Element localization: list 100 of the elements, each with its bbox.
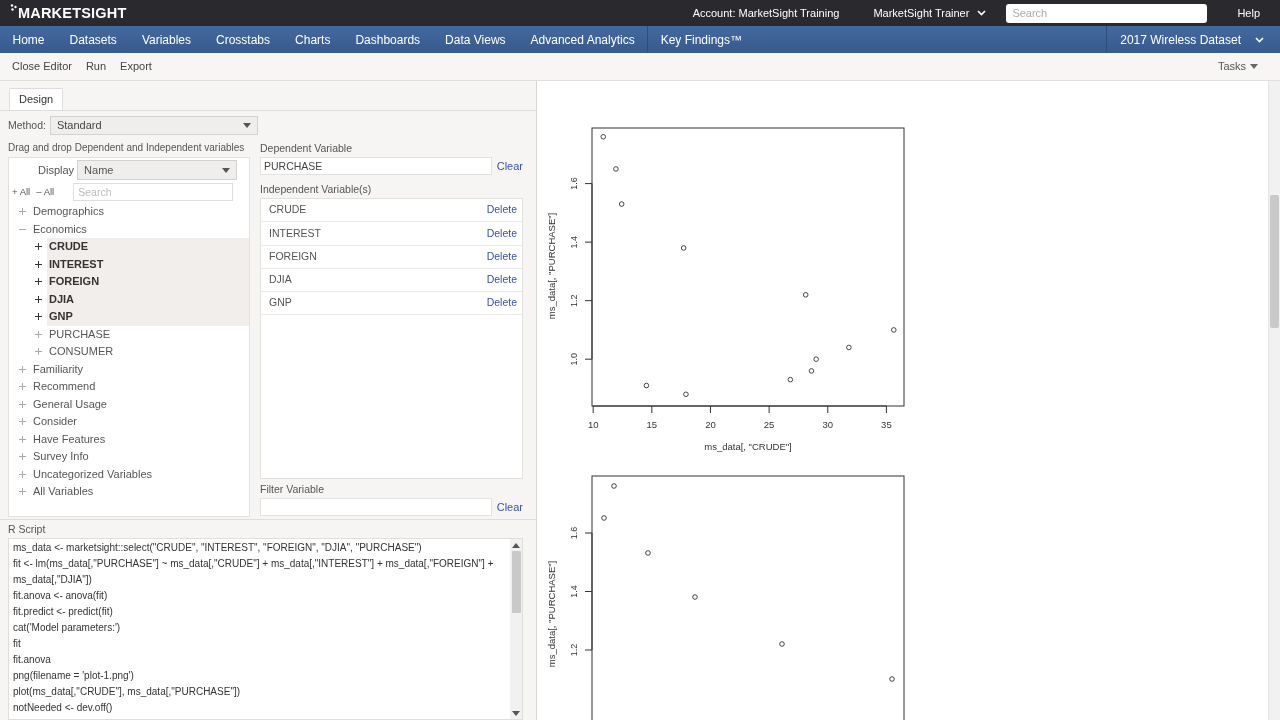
delete-link[interactable]: Delete (486, 202, 517, 218)
delete-link[interactable]: Delete (486, 295, 517, 312)
dependent-label: Dependent Variable (260, 141, 354, 155)
nav-tab[interactable]: Datasets (57, 26, 130, 53)
variable-name: DJIA (269, 272, 292, 288)
tick-label: 1.0 (569, 352, 579, 366)
display-label: Display (38, 162, 75, 178)
dependent-field[interactable]: PURCHASE (260, 157, 492, 175)
r-script-label: R Script (8, 522, 47, 536)
caret-icon (242, 123, 251, 128)
delete-link[interactable]: Delete (486, 225, 517, 242)
filter-label: Filter Variable (260, 482, 325, 496)
caret-icon (1250, 64, 1258, 69)
scrollbar[interactable] (510, 539, 522, 719)
account-label: Account: MarketSight Training (692, 5, 840, 21)
expand-icon[interactable] (35, 313, 42, 321)
tick-label: 1.4 (569, 235, 579, 249)
y-axis-label: ms_data[, "PURCHASE"] (546, 212, 557, 320)
expand-all-link[interactable]: + All (12, 184, 31, 200)
tick-label: 1.2 (569, 643, 579, 657)
script-line: fit.anova <- anova(fit) (13, 589, 109, 603)
chevron-down-icon (977, 10, 987, 16)
instructions-text: Drag and drop Dependent and Independent variables (8, 141, 246, 155)
tick-label: 1.4 (569, 585, 579, 598)
method-label: Method: (8, 117, 46, 133)
tick-label: 1.6 (569, 526, 579, 540)
tick-label: 35 (881, 419, 892, 430)
tree-item[interactable]: Demographics (31, 203, 106, 221)
x-axis-label: ms_data[, "CRUDE"] (704, 441, 792, 452)
tree-item[interactable]: FOREIGN (47, 273, 249, 291)
expand-icon[interactable] (35, 295, 42, 303)
clear-link[interactable]: Clear (496, 498, 523, 516)
nav-tab[interactable]: Charts (282, 26, 343, 53)
tree-item[interactable]: Survey Info (31, 448, 91, 466)
nav-tab[interactable]: Crosstabs (203, 26, 283, 53)
user-menu[interactable]: MarketSight Trainer (873, 4, 987, 22)
tree-item[interactable]: Have Features (31, 430, 108, 448)
display-dropdown[interactable]: Name (77, 160, 238, 180)
variable-name: FOREIGN (269, 248, 317, 264)
scrollbar[interactable] (1268, 81, 1280, 720)
script-line: fit.predict <- predict(fit) (13, 605, 114, 619)
tick-label: 10 (587, 419, 599, 430)
tree-item[interactable]: Familiarity (31, 360, 86, 378)
tick-label: 25 (763, 419, 775, 430)
caret-icon (512, 711, 520, 716)
tree-item[interactable]: Consider (31, 413, 80, 431)
help-link[interactable]: Help (1237, 4, 1260, 22)
tree-item[interactable]: General Usage (31, 395, 109, 413)
collapse-all-link[interactable]: – All (36, 184, 55, 200)
chevron-down-icon (1255, 36, 1264, 43)
nav-tab[interactable]: Advanced Analytics (518, 26, 648, 53)
tick-label: 20 (705, 419, 716, 430)
script-line: plot(ms_data[,"CRUDE"], ms_data[,"PURCHASE"]) (13, 685, 242, 699)
script-line: ms_data <- marketsight::select("CRUDE", "INTEREST", "FOREIGN", "DJIA", "PURCHASE") (13, 541, 423, 555)
script-line: fit.anova (13, 653, 52, 667)
toolbar-button[interactable]: Run (85, 58, 107, 75)
script-line: cat('Model parameters:') (13, 621, 122, 635)
filter-field[interactable] (260, 498, 492, 516)
tree-item[interactable]: Uncategorized Variables (31, 465, 155, 483)
caret-icon (222, 167, 231, 173)
nav-tab[interactable]: Data Views (432, 26, 519, 53)
tick-label: 1.2 (569, 294, 579, 307)
delete-link[interactable]: Delete (486, 248, 517, 265)
tree-item[interactable]: Economics (31, 220, 89, 238)
logo[interactable]: MARKETSIGHT (18, 5, 127, 21)
expand-icon[interactable] (35, 260, 42, 268)
variable-name: INTEREST (269, 225, 321, 241)
expand-icon[interactable] (35, 278, 42, 286)
nav-tab[interactable]: Variables (129, 26, 204, 53)
tree-item[interactable]: GNP (47, 308, 249, 326)
tab[interactable]: Design (9, 88, 64, 110)
variable-name: CRUDE (269, 202, 307, 218)
nav-tab[interactable]: Home (0, 26, 57, 53)
tasks-menu[interactable]: Tasks (1217, 58, 1258, 75)
tree-item[interactable]: CRUDE (47, 238, 249, 256)
y-axis-label: ms_data[, "PURCHASE"] (546, 560, 557, 668)
script-line: fit (13, 637, 22, 651)
nav-tab[interactable]: Key Findings™ (648, 26, 755, 53)
variable-name: GNP (269, 295, 292, 311)
script-line: fit <- lm(ms_data[,"PURCHASE"] ~ ms_data[,"CRUDE"] + ms_data[,"INTEREST"] + ms_data[,"FOREIGN"] + ms_data[,"DJIA"]) (13, 557, 495, 587)
script-line: png(filename = 'plot-1.png') (13, 669, 135, 683)
nav-tab[interactable]: Dashboards (342, 26, 433, 53)
dataset-menu[interactable]: 2017 Wireless Dataset (1107, 26, 1280, 53)
variable-search-field[interactable]: Search (73, 183, 234, 201)
r-script-editor[interactable] (8, 538, 523, 720)
method-dropdown[interactable]: Standard (49, 116, 258, 135)
expand-icon[interactable] (35, 243, 42, 251)
tick-label: 15 (646, 419, 658, 430)
toolbar-button[interactable]: Export (120, 58, 152, 75)
toolbar-button[interactable]: Close Editor (12, 58, 72, 75)
search-field[interactable]: Search (1006, 3, 1208, 23)
tree-item[interactable]: PURCHASE (47, 325, 113, 343)
delete-link[interactable]: Delete (486, 272, 517, 288)
independent-label: Independent Variable(s) (260, 182, 373, 196)
tree-item[interactable]: Recommend (31, 378, 98, 396)
tree-item[interactable]: All Variables (31, 483, 96, 501)
clear-link[interactable]: Clear (496, 157, 523, 175)
tree-item[interactable]: CONSUMER (47, 343, 116, 361)
tick-label: 1.6 (569, 177, 579, 190)
tick-label: 30 (822, 419, 834, 430)
